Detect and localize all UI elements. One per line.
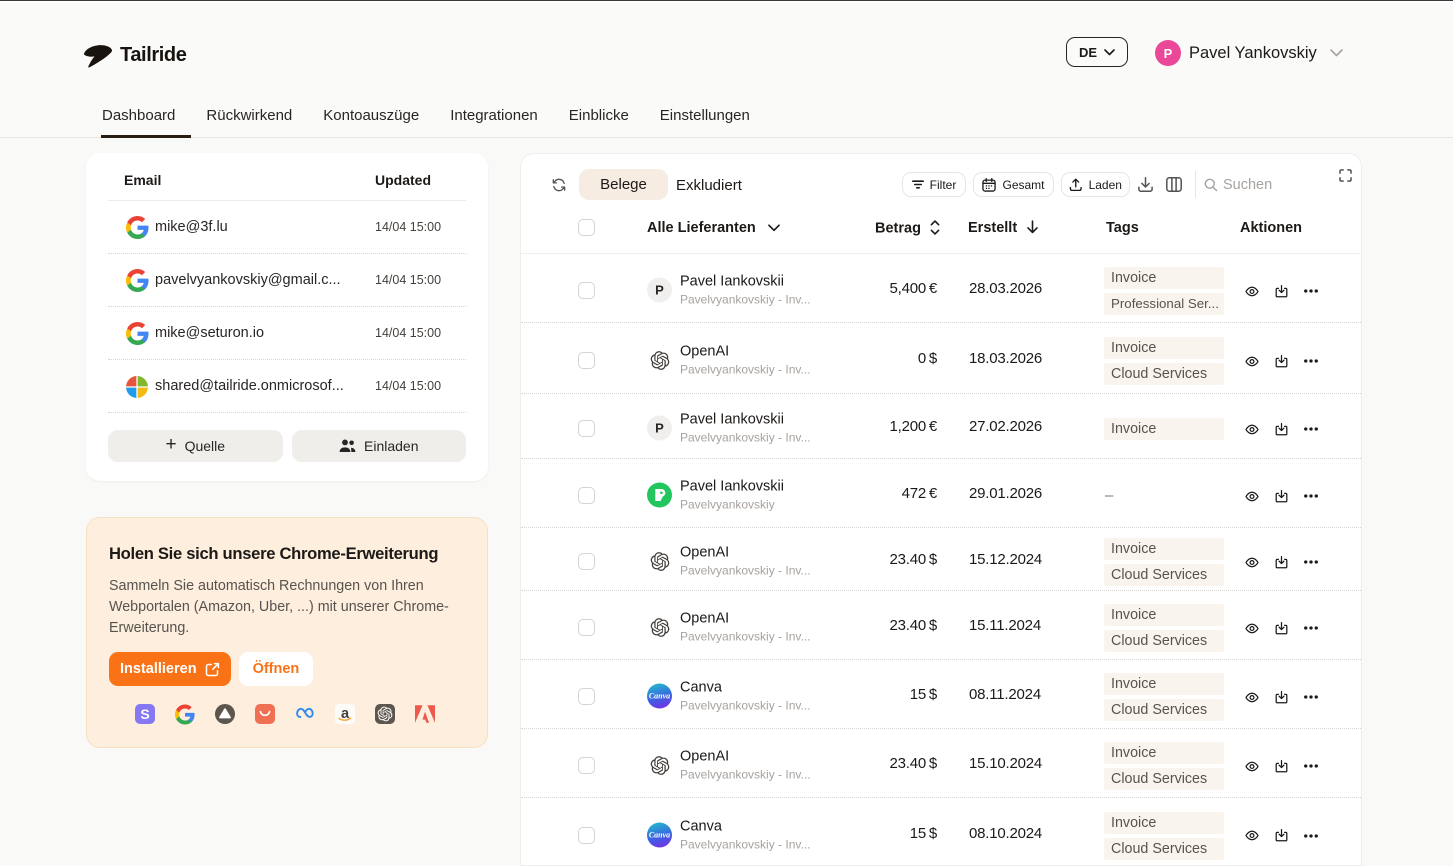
svg-text:S: S <box>140 706 149 722</box>
